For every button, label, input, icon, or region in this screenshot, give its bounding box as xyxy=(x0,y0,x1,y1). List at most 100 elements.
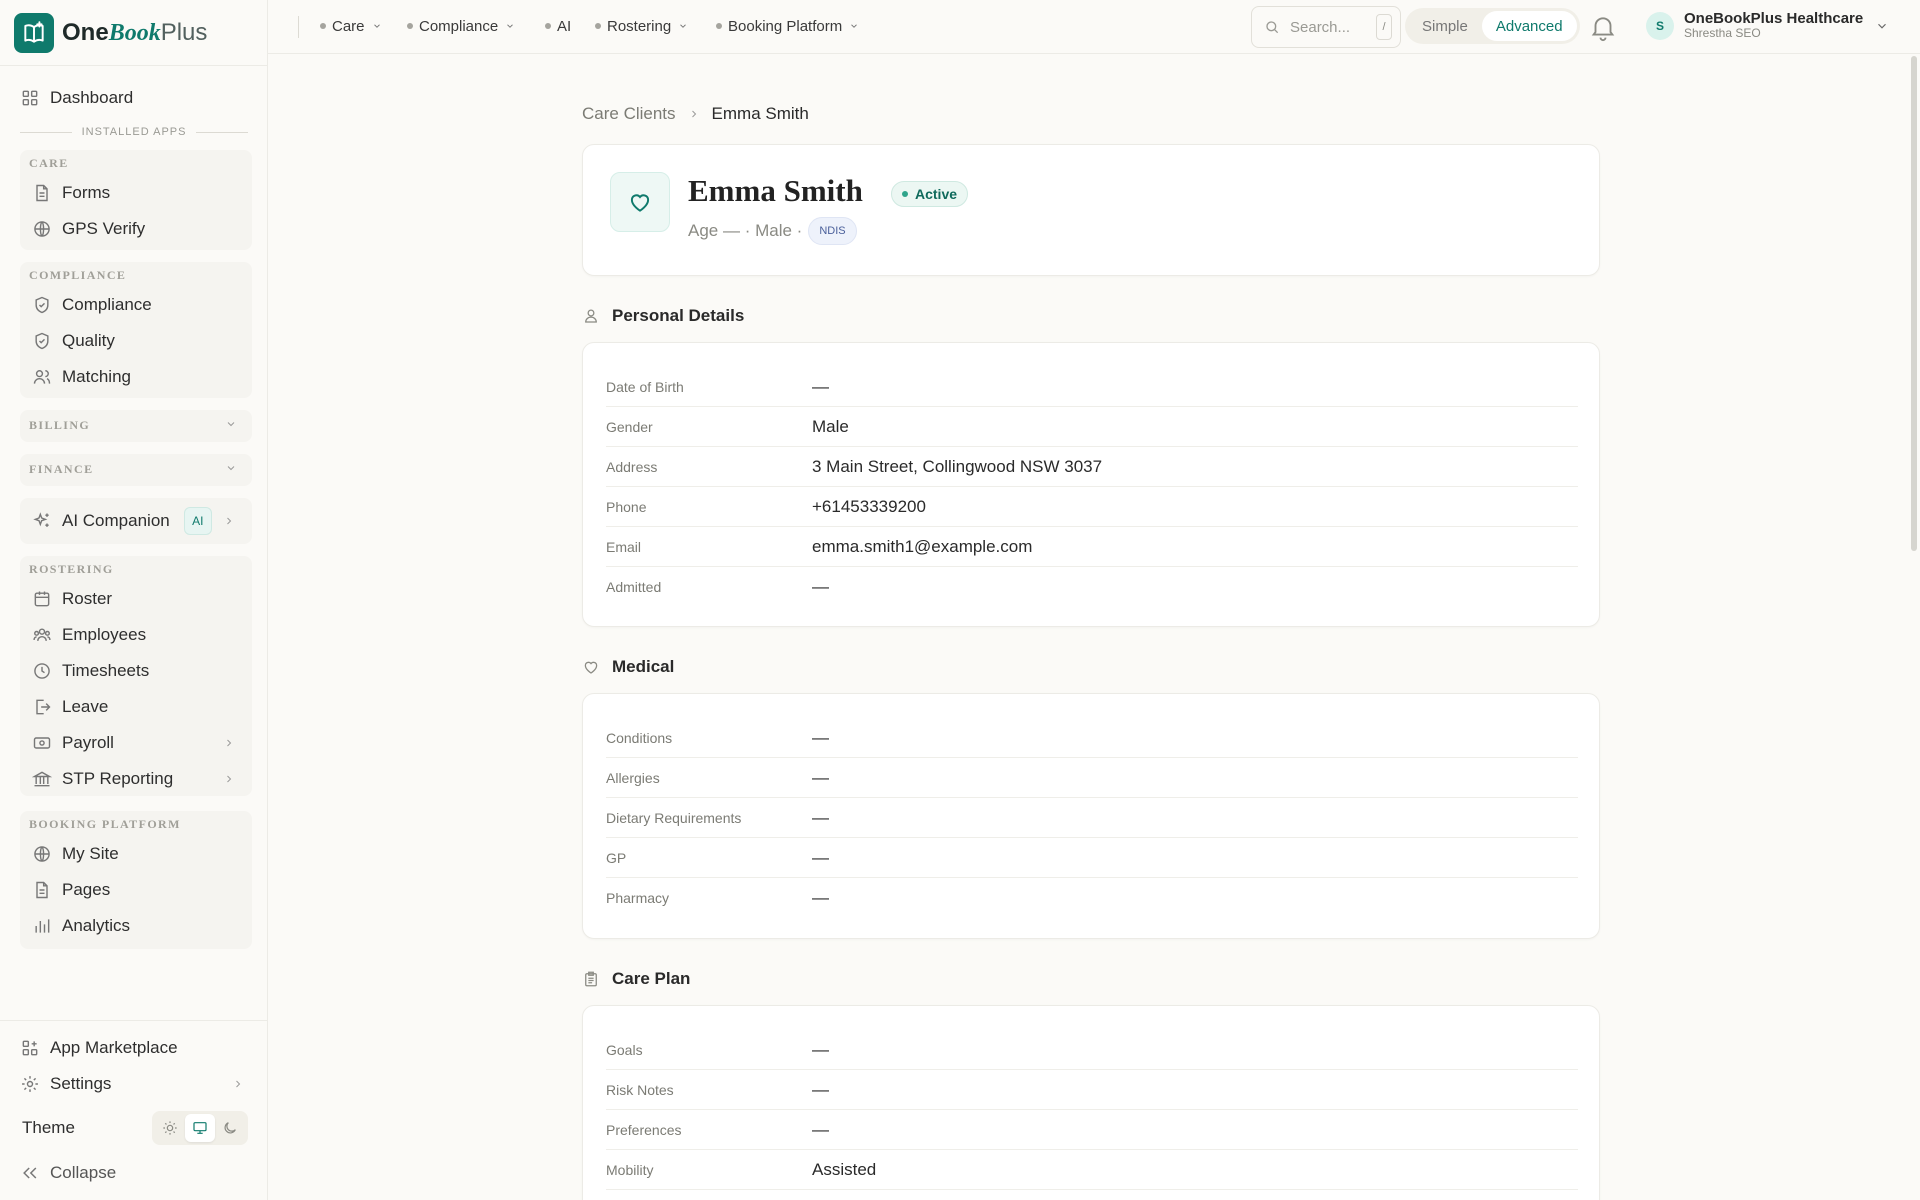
globe-icon xyxy=(34,846,50,862)
sidebar-item-timesheets[interactable]: Timesheets xyxy=(32,654,149,688)
chevron-down-icon xyxy=(1878,23,1887,29)
heart-icon xyxy=(584,661,598,674)
users-icon xyxy=(33,370,51,384)
bell-icon[interactable] xyxy=(1588,12,1618,42)
document-icon xyxy=(36,881,48,899)
exit-icon xyxy=(36,699,51,715)
menu-dot xyxy=(595,23,601,29)
sidebar-item-my-site[interactable]: My Site xyxy=(32,837,119,871)
status-badge: Active xyxy=(891,181,969,207)
dark-theme-icon[interactable] xyxy=(215,1114,245,1142)
chevron-down-icon xyxy=(507,24,514,28)
menu-dot xyxy=(320,23,326,29)
personal-details-card: Date of Birth — Gender Male Address 3 Main … xyxy=(582,342,1600,627)
brand-logo[interactable]: OneBookPlus xyxy=(0,0,267,66)
avatar: S xyxy=(1646,11,1674,40)
group-title-rostering: ROSTERING xyxy=(29,562,114,576)
theme-switch xyxy=(152,1111,248,1145)
heart-icon xyxy=(610,172,670,232)
search-input[interactable]: Search... / xyxy=(1251,6,1401,48)
mode-simple-button[interactable]: Simple xyxy=(1408,11,1482,41)
org-switcher[interactable]: S OneBookPlus Healthcare Shrestha SEO xyxy=(1646,10,1889,41)
sidebar-item-app-marketplace[interactable]: App Marketplace xyxy=(20,1031,178,1065)
mode-advanced-button[interactable]: Advanced xyxy=(1481,11,1577,41)
detail-row: Pharmacy — xyxy=(606,888,829,907)
search-placeholder: Search... xyxy=(1290,18,1351,36)
sidebar-item-analytics[interactable]: Analytics xyxy=(32,909,130,943)
search-icon xyxy=(1266,21,1279,34)
top-menu-rostering[interactable]: Rostering xyxy=(595,0,688,52)
group-title-compliance: COMPLIANCE xyxy=(29,268,127,282)
shield-check-icon xyxy=(35,332,49,350)
sidebar-divider xyxy=(0,1020,267,1021)
clock-icon xyxy=(34,663,50,679)
section-title-medical: Medical xyxy=(582,655,674,679)
detail-row: Goals — xyxy=(606,1030,1578,1070)
user-icon xyxy=(585,309,597,323)
funding-badge: NDIS xyxy=(808,217,857,245)
globe-icon xyxy=(34,221,50,237)
light-theme-icon[interactable] xyxy=(155,1114,185,1142)
ai-badge: AI xyxy=(183,507,212,535)
sidebar-item-compliance[interactable]: Compliance xyxy=(32,288,152,322)
breadcrumb-current: Emma Smith xyxy=(711,104,809,123)
top-menu-ai[interactable]: AI xyxy=(545,0,571,52)
scrollbar[interactable] xyxy=(1911,56,1917,551)
sidebar-item-employees[interactable]: Employees xyxy=(32,618,146,652)
installed-apps-divider: INSTALLED APPS xyxy=(20,124,249,140)
detail-row: Conditions — xyxy=(606,718,1578,758)
top-menu-care[interactable]: Care xyxy=(320,0,382,52)
chevron-right-icon xyxy=(236,1080,241,1088)
detail-row: Phone +61453339200 xyxy=(606,487,1578,527)
grid-icon xyxy=(22,90,38,106)
sidebar-item-dashboard[interactable]: Dashboard xyxy=(20,81,133,115)
detail-row: Gender Male xyxy=(606,407,1578,447)
chevron-down-icon xyxy=(373,24,380,28)
sidebar-item-leave[interactable]: Leave xyxy=(32,690,108,724)
menu-dot xyxy=(716,23,722,29)
chevron-down-icon xyxy=(227,466,235,471)
sidebar-item-stp-reporting[interactable]: STP Reporting xyxy=(32,762,173,796)
sidebar-item-settings[interactable]: Settings xyxy=(20,1067,111,1101)
mode-toggle: Simple Advanced xyxy=(1405,8,1580,44)
group-title-finance: FINANCE xyxy=(29,462,94,476)
group-title-booking: BOOKING PLATFORM xyxy=(29,817,181,831)
detail-row: Mobility Assisted xyxy=(606,1150,1578,1190)
search-shortcut: / xyxy=(1376,14,1392,40)
medical-card: Conditions — Allergies — Dietary Requireme… xyxy=(582,693,1600,939)
sparkles-icon xyxy=(33,512,49,527)
theme-label: Theme xyxy=(22,1118,75,1137)
section-title-personal: Personal Details xyxy=(582,304,744,328)
sidebar-item-pages[interactable]: Pages xyxy=(32,873,110,907)
sidebar-item-forms[interactable]: Forms xyxy=(32,176,110,210)
detail-row: Dietary Requirements — xyxy=(606,798,1578,838)
client-meta: Age — · Male · NDIS xyxy=(688,217,857,245)
sidebar-item-ai-companion[interactable]: AI Companion AI xyxy=(32,504,212,538)
chevrons-left-icon xyxy=(23,1167,37,1179)
sidebar-item-gps-verify[interactable]: GPS Verify xyxy=(32,212,145,246)
bank-icon xyxy=(32,771,52,787)
collapse-button[interactable]: Collapse xyxy=(20,1156,116,1190)
sidebar-item-payroll[interactable]: Payroll xyxy=(32,726,114,760)
calendar-icon xyxy=(34,591,50,607)
breadcrumb-link-care-clients[interactable]: Care Clients xyxy=(582,104,676,124)
book-logo-icon xyxy=(14,12,54,53)
top-menu-booking-platform[interactable]: Booking Platform xyxy=(716,0,859,52)
chevron-right-icon xyxy=(227,517,232,525)
group-title-billing: BILLING xyxy=(29,418,91,432)
menu-dot xyxy=(407,23,413,29)
sidebar-item-roster[interactable]: Roster xyxy=(32,582,112,616)
chevron-down-icon xyxy=(680,24,687,28)
detail-row: Email emma.smith1@example.com xyxy=(606,527,1578,567)
top-menu-compliance[interactable]: Compliance xyxy=(407,0,515,52)
theme-row: Theme xyxy=(22,1111,248,1145)
system-theme-icon[interactable] xyxy=(185,1114,215,1142)
bar-chart-icon xyxy=(35,919,50,933)
apps-plus-icon xyxy=(22,1040,38,1056)
chevron-down-icon xyxy=(851,24,858,28)
sidebar-item-matching[interactable]: Matching xyxy=(32,360,131,394)
sidebar-item-label: Dashboard xyxy=(50,88,134,107)
care-plan-card: Goals — Risk Notes — Preferences — Mobility… xyxy=(582,1005,1600,1200)
client-name: Emma Smith xyxy=(688,173,863,208)
sidebar-item-quality[interactable]: Quality xyxy=(32,324,115,358)
